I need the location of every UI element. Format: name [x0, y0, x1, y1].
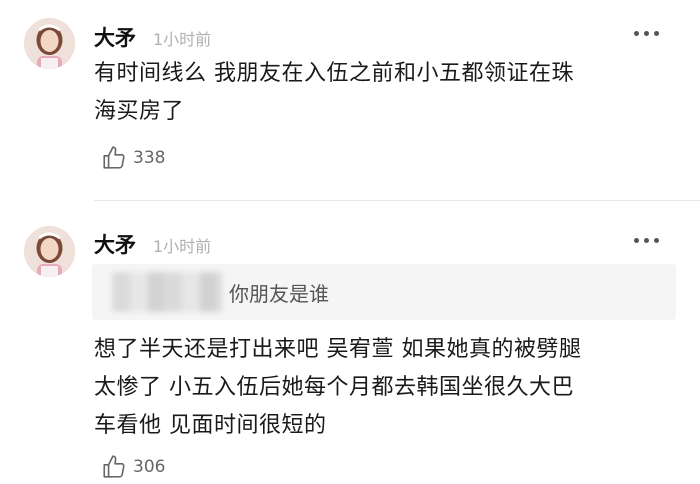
- avatar[interactable]: [24, 226, 75, 277]
- username[interactable]: 大矛: [94, 229, 136, 259]
- thumbs-up-icon: [103, 146, 125, 169]
- comment-text-line: 太惨了 小五入伍后她每个月都去韩国坐很久大巴: [94, 375, 574, 400]
- like-button[interactable]: 338: [101, 143, 165, 173]
- comment-item: 大矛 1小时前 有时间线么 我朋友在入伍之前和小五都领证在珠 海买房了 338: [0, 0, 700, 200]
- like-count: 306: [133, 457, 166, 477]
- like-count: 338: [133, 148, 166, 168]
- more-dots-icon[interactable]: [634, 30, 660, 38]
- quoted-text: 你朋友是谁: [229, 282, 329, 306]
- avatar-image: [24, 226, 75, 277]
- comment-text-line: 车看他 见面时间很短的: [94, 413, 327, 438]
- comment-text: 有时间线么 我朋友在入伍之前和小五都领证在珠 海买房了: [94, 55, 674, 131]
- comment-text-line: 想了半天还是打出来吧 吴宥萱 如果她真的被劈腿: [94, 337, 582, 362]
- comment-text-line: 海买房了: [94, 99, 185, 124]
- comment-text: 想了半天还是打出来吧 吴宥萱 如果她真的被劈腿 太惨了 小五入伍后她每个月都去韩…: [94, 331, 674, 445]
- comment-text-line: 有时间线么 我朋友在入伍之前和小五都领证在珠: [94, 61, 574, 86]
- blurred-username: [112, 272, 222, 312]
- avatar[interactable]: [24, 18, 75, 69]
- avatar-image: [24, 18, 75, 69]
- like-button[interactable]: 306: [101, 452, 165, 482]
- timestamp: 1小时前: [153, 30, 212, 49]
- thumbs-up-icon: [103, 455, 125, 478]
- more-dots-icon[interactable]: [634, 237, 660, 245]
- timestamp: 1小时前: [153, 237, 212, 256]
- quoted-reply[interactable]: 你朋友是谁: [92, 264, 676, 320]
- username[interactable]: 大矛: [94, 22, 136, 52]
